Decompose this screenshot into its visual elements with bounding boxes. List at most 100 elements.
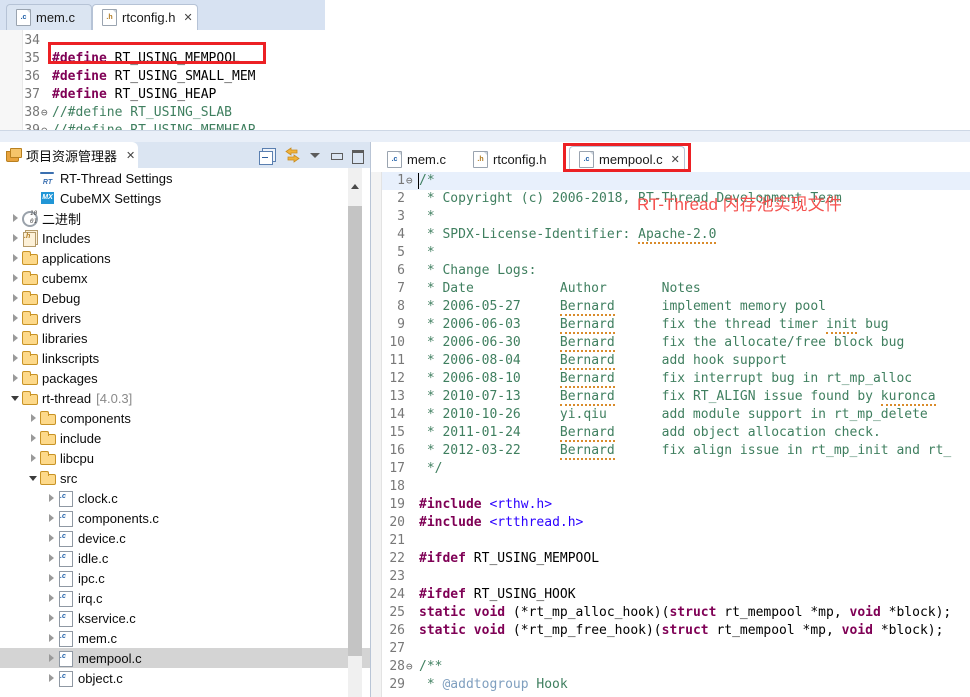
- chevron-right-icon[interactable]: [10, 208, 21, 228]
- close-icon[interactable]: ✕: [671, 153, 680, 166]
- chevron-right-icon[interactable]: [28, 428, 39, 448]
- rt-settings-icon: RT: [39, 170, 56, 186]
- link-with-editor-icon[interactable]: [284, 146, 301, 164]
- right-editor-tabbar: .c mem.c .h rtconfig.h .c mempool.c ✕: [371, 142, 970, 172]
- right-editor-pane: .c mem.c .h rtconfig.h .c mempool.c ✕ 1 ⊖…: [371, 142, 970, 697]
- folder-icon: [21, 370, 38, 386]
- view-menu-icon[interactable]: [309, 149, 322, 162]
- tree-item-clock.c[interactable]: .c clock.c: [0, 488, 370, 508]
- chevron-right-icon[interactable]: [46, 528, 57, 548]
- tree-item-applications[interactable]: applications: [0, 248, 370, 268]
- tab-label: rtconfig.h: [493, 152, 547, 167]
- chevron-right-icon[interactable]: [10, 228, 21, 248]
- tree-item-src[interactable]: src: [0, 468, 370, 488]
- chevron-right-icon[interactable]: [46, 628, 57, 648]
- chevron-right-icon[interactable]: [46, 668, 57, 688]
- chevron-right-icon[interactable]: [46, 588, 57, 608]
- chevron-right-icon[interactable]: [10, 308, 21, 328]
- top-editor-code[interactable]: 34 35 36 37 38⊖39⊖ #define RT_USING_MEMPOOL #…: [0, 30, 970, 130]
- tree-item-mempool.c[interactable]: .c mempool.c: [0, 648, 370, 668]
- c-file-icon: .c: [57, 670, 74, 687]
- code-line: * 2006-06-30 Bernard fix the allocate/fr…: [419, 335, 905, 352]
- chevron-right-icon[interactable]: [10, 248, 21, 268]
- annotation-chinese-label: RT-Thread 内存池实现文件: [637, 195, 842, 214]
- right-editor-code[interactable]: 1 ⊖ 2 3 4 5 6 7 8 9 10 11 12 13 14 15 16 17 18 19 20 21 22 23 24…: [371, 172, 970, 697]
- fold-marker[interactable]: ⊖: [406, 172, 416, 190]
- fold-marker[interactable]: ⊖: [406, 658, 416, 676]
- tree-item-include[interactable]: include: [0, 428, 370, 448]
- line-number: 23: [389, 569, 405, 584]
- tab-mempool-c[interactable]: .c mempool.c ✕: [569, 146, 685, 172]
- tree-item-irq.c[interactable]: .c irq.c: [0, 588, 370, 608]
- chevron-right-icon[interactable]: [10, 368, 21, 388]
- line-number: 3: [397, 209, 405, 224]
- tree-item-CubeMXSettings[interactable]: MX CubeMX Settings: [0, 188, 370, 208]
- code-line: * 2011-01-24 Bernard add object allocati…: [419, 425, 881, 442]
- folder-icon: [21, 250, 38, 266]
- chevron-right-icon[interactable]: [46, 508, 57, 528]
- tree-item-rt-thread[interactable]: rt-thread [4.0.3]: [0, 388, 370, 408]
- chevron-right-icon[interactable]: [46, 488, 57, 508]
- tree-item-label: include: [60, 430, 102, 446]
- editor-sash-divider[interactable]: [0, 130, 970, 142]
- tree-item-Includes[interactable]: .h Includes: [0, 228, 370, 248]
- tree-item-components.c[interactable]: .c components.c: [0, 508, 370, 528]
- line-number: 2: [397, 191, 405, 206]
- chevron-right-icon[interactable]: [46, 608, 57, 628]
- tree-item-ipc.c[interactable]: .c ipc.c: [0, 568, 370, 588]
- explorer-view-tab[interactable]: 项目资源管理器 ✕: [0, 142, 138, 168]
- tree-item-drivers[interactable]: drivers: [0, 308, 370, 328]
- code-line: * 2006-06-03 Bernard fix the thread time…: [419, 317, 889, 334]
- line-number: 21: [389, 533, 405, 548]
- code-line: #define RT_USING_MEMPOOL: [52, 51, 240, 66]
- chevron-right-icon[interactable]: [28, 448, 39, 468]
- scroll-up-icon[interactable]: [348, 168, 362, 206]
- top-editor-pane: .c mem.c .h rtconfig.h ✕ 34 35 36 37 38⊖39⊖ …: [0, 0, 970, 130]
- chevron-right-icon[interactable]: [28, 408, 39, 428]
- line-number: 17: [389, 461, 405, 476]
- chevron-right-icon[interactable]: [46, 568, 57, 588]
- tree-item-RT-ThreadSettings[interactable]: RT RT-Thread Settings: [0, 168, 370, 188]
- tab-rtconfig-h[interactable]: .h rtconfig.h: [463, 146, 567, 172]
- scrollbar-thumb[interactable]: [348, 206, 362, 656]
- tree-item-Debug[interactable]: Debug: [0, 288, 370, 308]
- tab-mem-c[interactable]: .c mem.c: [377, 146, 463, 172]
- maximize-icon[interactable]: [351, 149, 364, 164]
- chevron-down-icon[interactable]: [10, 388, 21, 408]
- project-tree[interactable]: RT RT-Thread Settings MX CubeMX Settings 10 0…: [0, 168, 370, 697]
- explorer-title: 项目资源管理器: [26, 148, 118, 164]
- tree-item-device.c[interactable]: .c device.c: [0, 528, 370, 548]
- chevron-down-icon[interactable]: [28, 468, 39, 488]
- close-icon[interactable]: ✕: [126, 149, 135, 162]
- text-caret: [418, 173, 419, 189]
- explorer-scrollbar[interactable]: [348, 168, 362, 697]
- tree-item-components[interactable]: components: [0, 408, 370, 428]
- chevron-right-icon[interactable]: [10, 348, 21, 368]
- tree-item-kservice.c[interactable]: .c kservice.c: [0, 608, 370, 628]
- collapse-all-icon[interactable]: [259, 147, 276, 165]
- code-line: * 2012-03-22 Bernard fix align issue in …: [419, 443, 952, 460]
- tree-item-packages[interactable]: packages: [0, 368, 370, 388]
- chevron-right-icon[interactable]: [10, 288, 21, 308]
- chevron-right-icon[interactable]: [46, 648, 57, 668]
- tree-item-cubemx[interactable]: cubemx: [0, 268, 370, 288]
- tree-item-idle.c[interactable]: .c idle.c: [0, 548, 370, 568]
- fold-marker[interactable]: ⊖: [41, 104, 51, 122]
- tree-item-[interactable]: 10 01 二进制: [0, 208, 370, 228]
- tree-item-object.c[interactable]: .c object.c: [0, 668, 370, 688]
- line-number: 12: [389, 371, 405, 386]
- tree-item-libcpu[interactable]: libcpu: [0, 448, 370, 468]
- tab-rtconfig-h[interactable]: .h rtconfig.h ✕: [92, 4, 198, 30]
- chevron-right-icon[interactable]: [46, 548, 57, 568]
- chevron-right-icon[interactable]: [10, 328, 21, 348]
- code-line: * Change Logs:: [419, 263, 537, 278]
- tab-mem-c[interactable]: .c mem.c: [6, 4, 92, 30]
- close-icon[interactable]: ✕: [183, 11, 192, 24]
- fold-marker[interactable]: ⊖: [41, 122, 51, 130]
- tree-item-libraries[interactable]: libraries: [0, 328, 370, 348]
- chevron-right-icon[interactable]: [10, 268, 21, 288]
- minimize-icon[interactable]: [330, 149, 343, 162]
- tree-item-mem.c[interactable]: .c mem.c: [0, 628, 370, 648]
- code-line: * Date Author Notes: [419, 281, 701, 296]
- tree-item-linkscripts[interactable]: linkscripts: [0, 348, 370, 368]
